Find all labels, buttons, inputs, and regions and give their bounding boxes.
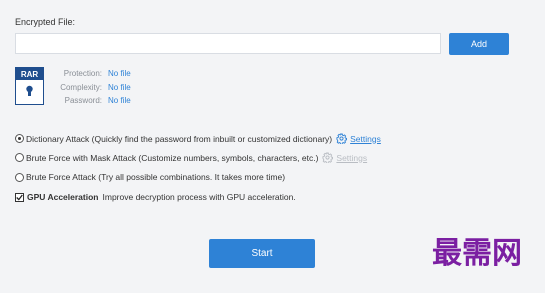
mask-label: Brute Force with Mask Attack (Customize …	[26, 152, 319, 163]
option-brute-force[interactable]: Brute Force Attack (Try all possible com…	[15, 172, 285, 182]
checkmark-icon	[16, 194, 23, 201]
option-dictionary-attack[interactable]: Dictionary Attack (Quickly find the pass…	[15, 133, 381, 144]
info-key: Password:	[64, 96, 102, 105]
rar-badge: RAR	[16, 68, 43, 80]
watermark-logo: 最需网	[432, 236, 522, 271]
info-key: Protection:	[63, 69, 102, 78]
gpu-description: Improve decryption process with GPU acce…	[102, 192, 296, 202]
gpu-checkbox[interactable]	[15, 192, 24, 202]
info-key: Complexity:	[60, 83, 102, 92]
mask-settings-label: Settings	[336, 152, 368, 163]
gear-icon	[336, 133, 348, 144]
lock-icon	[26, 85, 33, 96]
dictionary-label: Dictionary Attack (Quickly find the pass…	[26, 133, 333, 144]
option-mask-attack[interactable]: Brute Force with Mask Attack (Customize …	[15, 152, 367, 163]
info-value: No file	[108, 69, 131, 78]
encrypted-file-label: Encrypted File:	[15, 17, 76, 27]
dictionary-settings-link[interactable]: Settings	[336, 133, 381, 144]
option-gpu-acceleration[interactable]: GPU Acceleration Improve decryption proc…	[15, 192, 296, 202]
gpu-title: GPU Acceleration	[27, 192, 99, 202]
info-value: No file	[108, 96, 131, 105]
rar-file-icon: RAR	[15, 67, 44, 105]
mask-settings-link: Settings	[322, 152, 367, 163]
encrypted-file-input[interactable]	[15, 33, 441, 54]
info-value: No file	[108, 83, 131, 92]
start-button[interactable]: Start	[209, 239, 315, 268]
dictionary-radio[interactable]	[15, 134, 24, 143]
add-button[interactable]: Add	[449, 33, 509, 55]
dictionary-settings-label: Settings	[350, 133, 381, 144]
mask-radio[interactable]	[15, 153, 24, 162]
brute-radio[interactable]	[15, 172, 24, 182]
gear-icon	[322, 152, 334, 163]
decrypt-window: Encrypted File: Add RAR Protection: No f…	[0, 0, 545, 293]
brute-label: Brute Force Attack (Try all possible com…	[26, 172, 286, 182]
